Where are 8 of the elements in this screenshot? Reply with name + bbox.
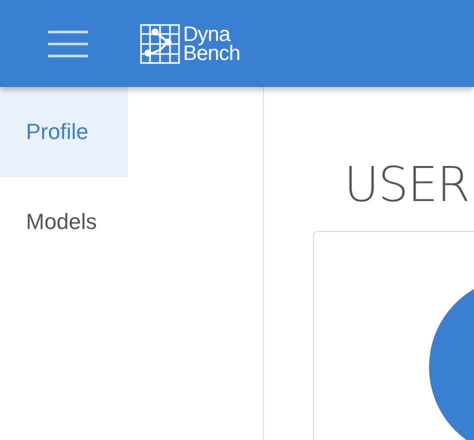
sidebar-item[interactable]: Profile bbox=[0, 87, 128, 177]
menu-button[interactable] bbox=[48, 28, 88, 58]
page-heading: USER bbox=[344, 157, 470, 213]
logo-text: Bench bbox=[183, 44, 240, 62]
menu-icon bbox=[48, 28, 88, 58]
grid-graph-icon bbox=[140, 24, 180, 64]
logo-text: Dyna bbox=[183, 24, 230, 44]
sidebar-item[interactable]: Models bbox=[0, 177, 128, 267]
